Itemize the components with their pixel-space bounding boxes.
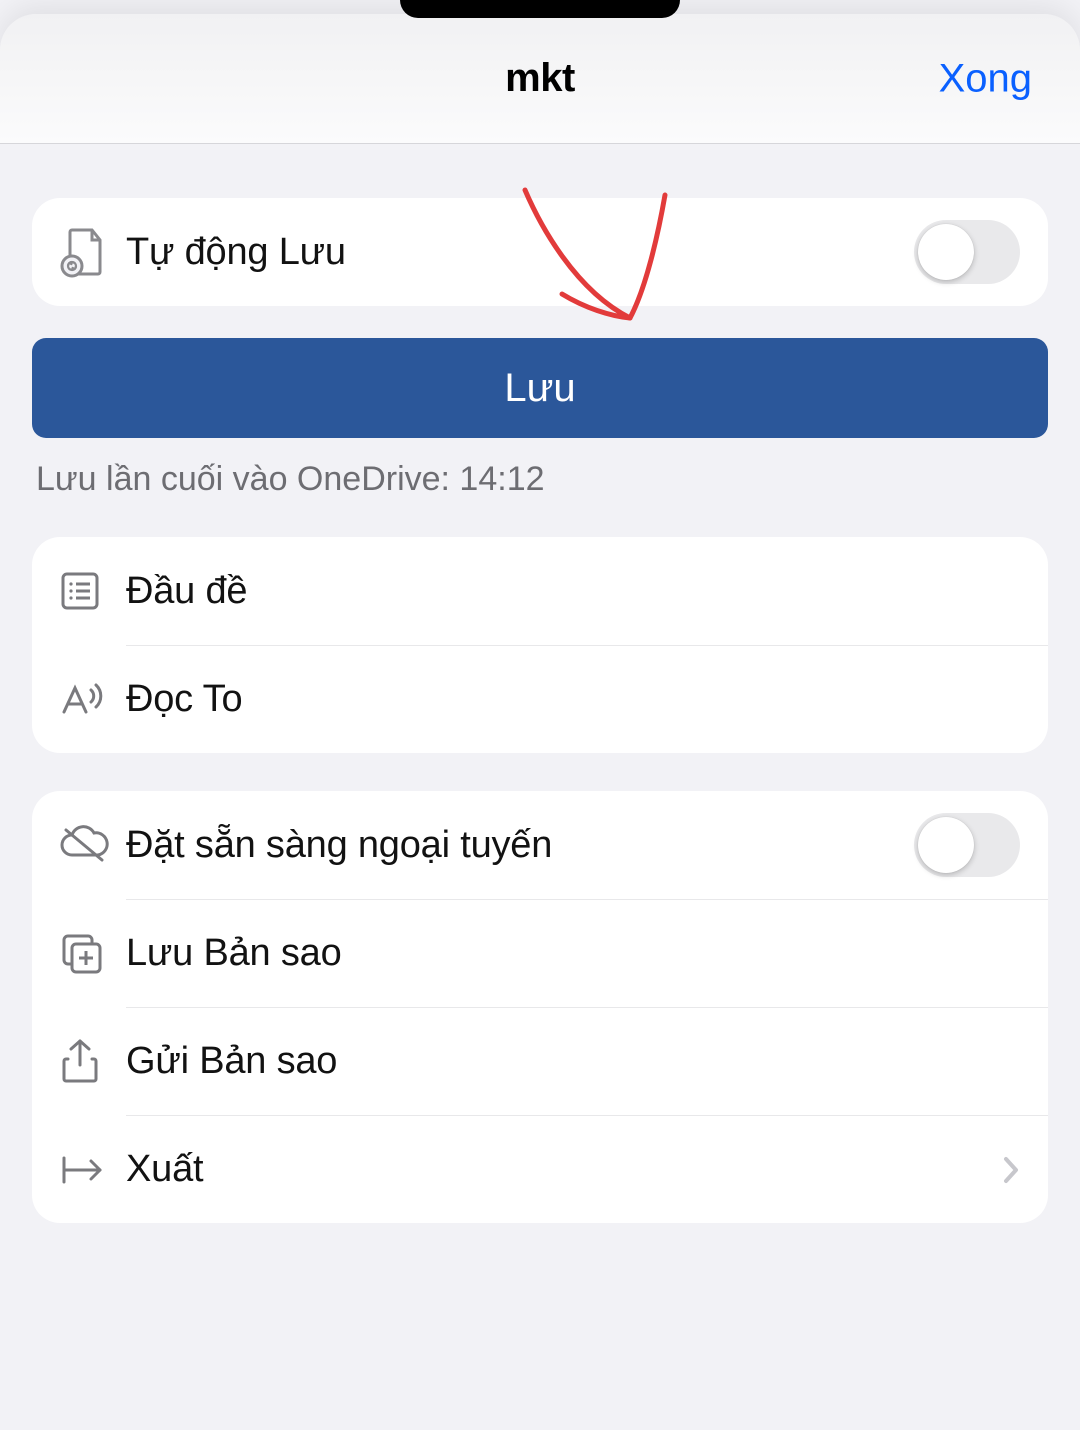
sheet-header: mkt Xong [0,14,1080,144]
offline-row[interactable]: Đặt sẵn sàng ngoại tuyến [32,791,1048,899]
share-icon [52,1037,126,1087]
send-copy-label: Gửi Bản sao [126,1040,1020,1083]
file-group: Đặt sẵn sàng ngoại tuyến Lưu Bản sao [32,791,1048,1223]
autosave-toggle[interactable] [914,220,1020,284]
autosave-label: Tự động Lưu [126,231,914,274]
headings-label: Đầu đề [126,570,1020,613]
page-title: mkt [505,56,575,101]
save-copy-label: Lưu Bản sao [126,932,1020,975]
view-group: Đầu đề Đọc To [32,537,1048,753]
autosave-card: Tự động Lưu [32,198,1048,306]
cloud-off-icon [52,825,126,865]
save-copy-icon [52,930,126,978]
export-label: Xuất [126,1148,1002,1191]
chevron-right-icon [1002,1155,1020,1185]
save-button-label: Lưu [504,366,575,411]
send-copy-row[interactable]: Gửi Bản sao [126,1007,1048,1115]
export-icon [52,1152,126,1188]
save-button[interactable]: Lưu [32,338,1048,438]
read-aloud-icon [52,678,126,722]
content-area: Tự động Lưu Lưu Lưu lần cuối vào OneDriv… [0,144,1080,1223]
export-row[interactable]: Xuất [126,1115,1048,1223]
autosave-icon [52,226,126,278]
autosave-row[interactable]: Tự động Lưu [32,198,1048,306]
read-aloud-row[interactable]: Đọc To [126,645,1048,753]
device-notch [400,0,680,18]
modal-sheet: mkt Xong Tự động Lưu [0,14,1080,1430]
offline-label: Đặt sẵn sàng ngoại tuyến [126,824,914,867]
headings-icon [52,569,126,613]
offline-toggle[interactable] [914,813,1020,877]
read-aloud-label: Đọc To [126,678,1020,721]
headings-row[interactable]: Đầu đề [32,537,1048,645]
last-saved-status: Lưu lần cuối vào OneDrive: 14:12 [36,460,1048,499]
done-button[interactable]: Xong [939,56,1032,101]
save-copy-row[interactable]: Lưu Bản sao [126,899,1048,1007]
